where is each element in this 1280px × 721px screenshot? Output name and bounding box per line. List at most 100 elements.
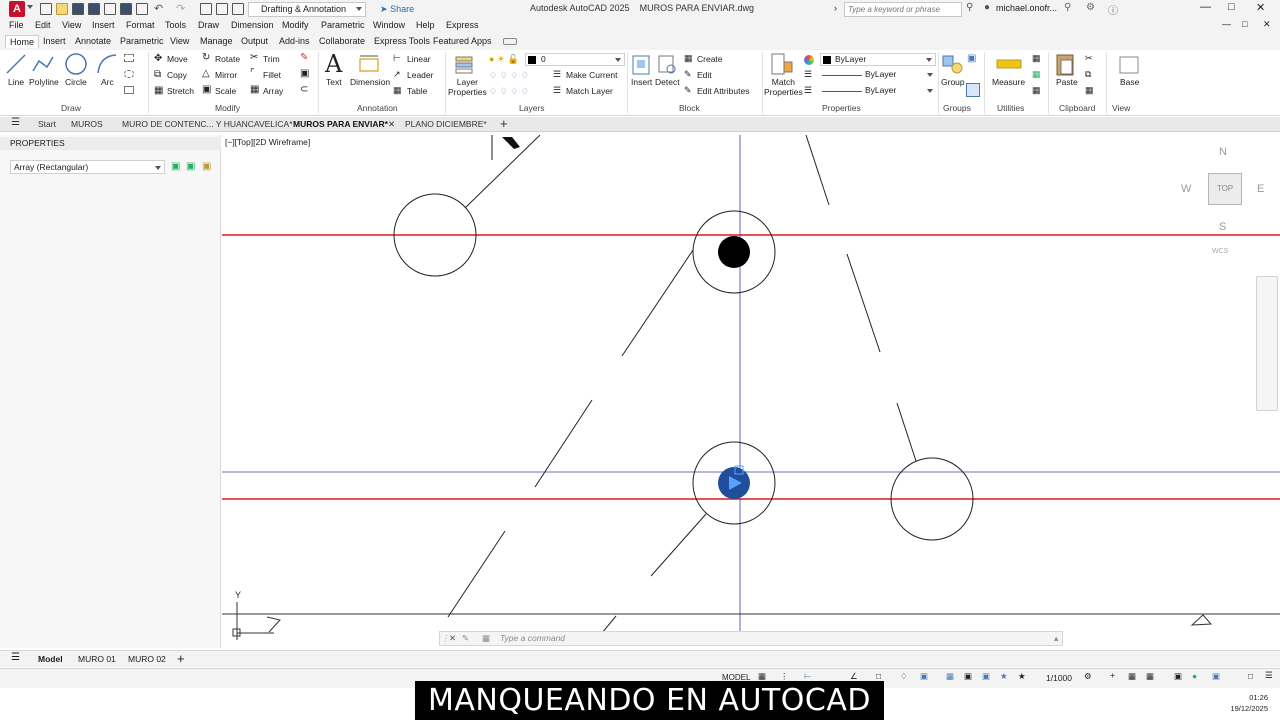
- command-input[interactable]: Type a command: [500, 632, 565, 645]
- menu-modify[interactable]: Modify: [282, 20, 309, 30]
- explode-icon[interactable]: ▣: [300, 68, 309, 79]
- fillet-icon[interactable]: ⌜: [250, 68, 255, 79]
- menu-dimension[interactable]: Dimension: [231, 20, 274, 30]
- layer-tools-icons[interactable]: ♢ ♢ ♢ ♢: [489, 70, 529, 81]
- autocad-logo[interactable]: A: [9, 1, 25, 17]
- modify-panel-title[interactable]: Modify: [215, 103, 240, 113]
- restore-window-icon[interactable]: —: [1222, 19, 1231, 29]
- close-window-icon[interactable]: ✕: [1256, 1, 1265, 14]
- workspace-gear-icon[interactable]: ⚙: [1084, 671, 1092, 682]
- triangle-marker[interactable]: [1190, 614, 1213, 626]
- tab-annotate[interactable]: Annotate: [75, 36, 111, 46]
- tab-add-ins[interactable]: Add-ins: [279, 36, 310, 46]
- file-tab-muros[interactable]: MUROS: [71, 119, 103, 129]
- restore-drawing-icon[interactable]: □: [1242, 19, 1247, 29]
- layer-dropdown[interactable]: 0: [525, 53, 625, 66]
- id-point-icon[interactable]: ▦: [1032, 69, 1041, 80]
- annotation-panel-title[interactable]: Annotation: [357, 103, 398, 113]
- move-icon[interactable]: ✥: [154, 53, 162, 64]
- offset-icon[interactable]: ⊂: [300, 84, 308, 95]
- command-expand-icon[interactable]: ▴: [1054, 632, 1058, 645]
- tab-output[interactable]: Output: [241, 36, 268, 46]
- tab-collaborate[interactable]: Collaborate: [319, 36, 365, 46]
- text-icon[interactable]: A: [325, 50, 342, 78]
- navigation-bar[interactable]: [1256, 276, 1278, 411]
- quick-select-icon[interactable]: ▣: [202, 161, 211, 172]
- command-history-icon[interactable]: ▦: [482, 632, 490, 645]
- drawing-viewport[interactable]: [−][Top][2D Wireframe] Y N W E S TOP WCS: [222, 135, 1280, 648]
- share-button[interactable]: ➤ Share: [380, 2, 414, 17]
- command-customize-icon[interactable]: ✎: [462, 632, 469, 645]
- open-web-icon[interactable]: [104, 3, 116, 15]
- plot-preview-icon[interactable]: [200, 3, 212, 15]
- linear-dim-icon[interactable]: ⊢: [393, 53, 401, 64]
- quick-calc-icon[interactable]: ▦: [1032, 53, 1041, 64]
- match-layer-icon[interactable]: ☰: [553, 85, 561, 96]
- mirror-tool-label[interactable]: Mirror: [215, 70, 237, 80]
- osnap-icon[interactable]: □: [876, 671, 881, 681]
- customization-menu-icon[interactable]: ☰: [1265, 670, 1273, 681]
- layout-tab-muro-01[interactable]: MURO 01: [78, 654, 116, 664]
- array-tool-label[interactable]: Array: [263, 86, 283, 96]
- diagonal-line[interactable]: [447, 530, 506, 618]
- annotation-scale-icon[interactable]: ★: [1018, 671, 1026, 682]
- maximize-window-icon[interactable]: □: [1228, 1, 1235, 13]
- transparency-icon[interactable]: ▣: [982, 671, 990, 682]
- file-tabs-menu-icon[interactable]: ☰: [11, 117, 20, 128]
- polyline-tool-label[interactable]: Polyline: [29, 77, 59, 87]
- line-tool-icon[interactable]: [5, 53, 27, 75]
- scale-tool-label[interactable]: Scale: [215, 86, 236, 96]
- viewcube-north[interactable]: N: [1219, 146, 1227, 158]
- line-tool-label[interactable]: Line: [8, 77, 24, 87]
- edit-block-label[interactable]: Edit: [697, 70, 712, 80]
- table-label[interactable]: Table: [407, 86, 427, 96]
- hatch-tool-icon[interactable]: [124, 70, 134, 78]
- open-file-icon[interactable]: [56, 3, 68, 15]
- isodraft-icon[interactable]: ♢: [900, 671, 908, 682]
- layer-tools-icons[interactable]: ♢ ♢ ♢ ♢: [489, 86, 529, 97]
- units-icon[interactable]: ▦: [1128, 671, 1136, 682]
- menu-help[interactable]: Help: [416, 20, 435, 30]
- selection-dropdown[interactable]: Array (Rectangular): [10, 160, 165, 174]
- tab-view[interactable]: View: [170, 36, 189, 46]
- tab-parametric[interactable]: Parametric: [120, 36, 164, 46]
- help-icon[interactable]: ⓘ: [1108, 2, 1118, 17]
- stretch-icon[interactable]: ▦: [154, 85, 163, 96]
- menu-edit[interactable]: Edit: [35, 20, 51, 30]
- group-tools-icon[interactable]: ▣: [967, 53, 976, 64]
- match-layer-label[interactable]: Match Layer: [566, 86, 613, 96]
- trim-icon[interactable]: ✂: [250, 52, 258, 63]
- undo-icon[interactable]: ↶: [154, 2, 163, 15]
- menu-express[interactable]: Express: [446, 20, 479, 30]
- circle-tool-label[interactable]: Circle: [65, 77, 87, 87]
- paste-icon[interactable]: [1055, 52, 1077, 78]
- open-drawing-icon[interactable]: [232, 3, 244, 15]
- match-properties-icon[interactable]: [770, 52, 796, 78]
- trim-tool-label[interactable]: Trim: [263, 54, 280, 64]
- menu-draw[interactable]: Draw: [198, 20, 219, 30]
- viewcube-top-face[interactable]: TOP: [1208, 173, 1242, 205]
- create-block-label[interactable]: Create: [697, 54, 723, 64]
- edit-attributes-icon[interactable]: ✎: [684, 85, 692, 96]
- taskbar-date[interactable]: 19/12/2025: [1216, 704, 1268, 713]
- tab-express-tools[interactable]: Express Tools: [374, 36, 430, 46]
- groups-panel-title[interactable]: Groups: [943, 103, 971, 113]
- diagonal-line[interactable]: [846, 253, 881, 353]
- base-view-icon[interactable]: [1117, 54, 1141, 76]
- close-drawing-icon[interactable]: ✕: [1263, 19, 1271, 30]
- lineweight-dropdown[interactable]: ByLayer: [820, 85, 936, 98]
- save-icon[interactable]: [72, 3, 84, 15]
- detect-icon[interactable]: [656, 52, 678, 78]
- table-icon[interactable]: ▦: [393, 85, 402, 96]
- group-selection-icon[interactable]: [966, 83, 980, 97]
- rectangle-tool-icon[interactable]: [124, 54, 134, 62]
- viewcube-east[interactable]: E: [1257, 183, 1264, 195]
- dynamic-ucs-icon[interactable]: ▣: [964, 671, 972, 682]
- calculator-icon[interactable]: ▦: [1032, 85, 1041, 96]
- color-dropdown[interactable]: ByLayer: [820, 53, 936, 66]
- layer-properties-label[interactable]: Layer Properties: [448, 77, 487, 97]
- toggle-pickadd-icon[interactable]: ▣: [171, 161, 180, 172]
- dimension-icon[interactable]: [357, 53, 381, 75]
- zoom-in-icon[interactable]: +: [1110, 670, 1115, 680]
- clean-screen-icon[interactable]: □: [1248, 671, 1253, 681]
